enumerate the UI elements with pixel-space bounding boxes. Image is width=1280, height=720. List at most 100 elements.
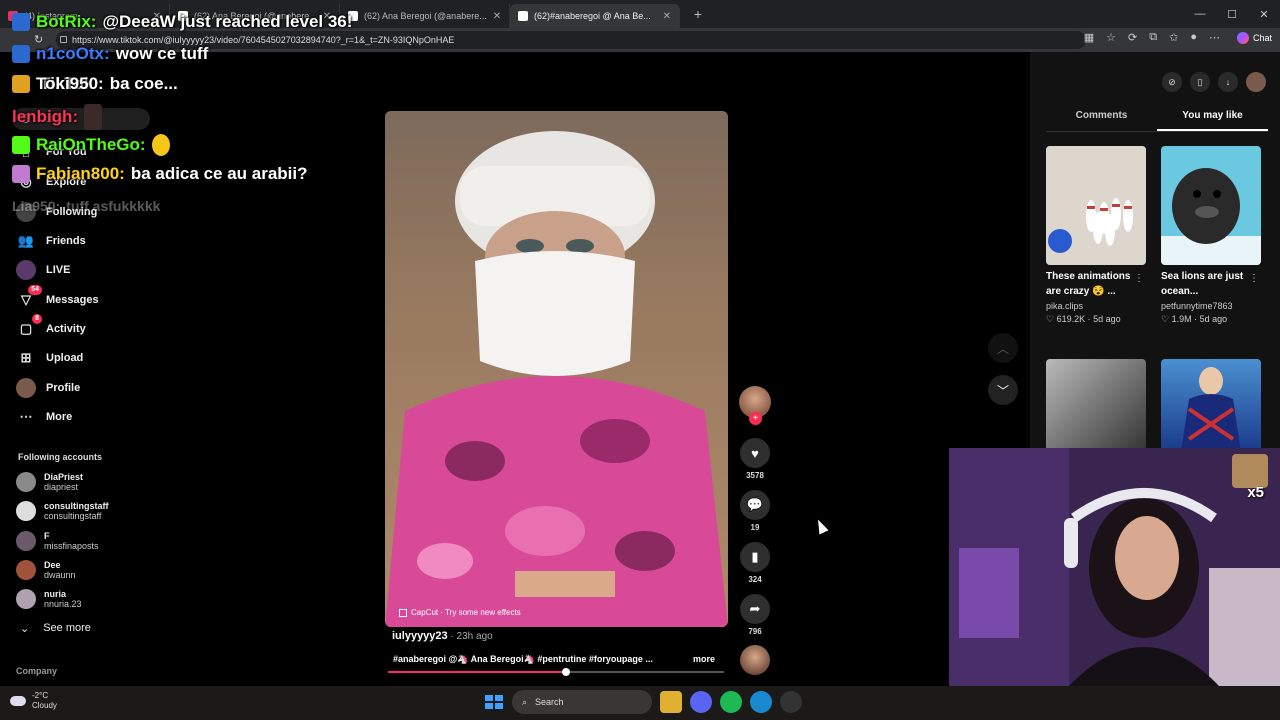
- messages-badge: 54: [28, 285, 42, 295]
- weather-widget[interactable]: -2°C Cloudy: [10, 691, 57, 711]
- url-input[interactable]: https://www.tiktok.com/@iulyyyyy23/video…: [56, 31, 1086, 49]
- video-player[interactable]: CapCut · Try some new effects: [385, 111, 728, 627]
- mouse-cursor: [813, 517, 829, 535]
- following-account[interactable]: consultingstaff consultingstaff: [16, 497, 156, 525]
- browser-tab[interactable]: (62) Ana Beregoi (@anabere... ✕: [340, 4, 510, 28]
- gift-icon: [12, 165, 30, 183]
- follow-plus-icon[interactable]: +: [749, 412, 762, 425]
- recommended-video-card[interactable]: These animations are crazy 😵 ... pika.cl…: [1046, 146, 1146, 325]
- crown-icon: [12, 75, 30, 93]
- video-thumbnail: [1161, 146, 1261, 265]
- spotify-icon[interactable]: [720, 691, 742, 713]
- sidebar-item-label: Activity: [46, 323, 86, 335]
- close-icon[interactable]: ✕: [663, 11, 671, 22]
- share-button[interactable]: ➦ 796: [738, 594, 772, 636]
- close-icon[interactable]: ✕: [493, 11, 501, 22]
- file-explorer-icon[interactable]: [660, 691, 682, 713]
- minimize-icon[interactable]: —: [1184, 0, 1216, 28]
- sidebar-item-profile[interactable]: Profile: [16, 376, 146, 400]
- card-age: 5d ago: [1093, 314, 1121, 324]
- progress-fill: [388, 671, 567, 673]
- video-progress-bar[interactable]: [388, 668, 724, 676]
- following-account[interactable]: DiaPriest diapriest: [16, 468, 156, 496]
- company-link[interactable]: Company: [16, 666, 57, 676]
- webcam-feed: [949, 448, 1280, 686]
- next-video-button[interactable]: ﹀: [988, 375, 1018, 405]
- upload-icon: ⊞: [20, 350, 32, 365]
- maximize-icon[interactable]: ☐: [1216, 0, 1248, 28]
- apps-icon[interactable]: ▦: [1084, 31, 1094, 44]
- comment-button[interactable]: 💬 19: [738, 490, 772, 532]
- tab-comments[interactable]: Comments: [1046, 110, 1157, 131]
- chat-text: ba coe...: [109, 74, 178, 93]
- save-count: 324: [748, 575, 762, 584]
- sidebar-item-friends[interactable]: 👥 Friends: [16, 229, 146, 253]
- recommended-video-card[interactable]: [1161, 359, 1261, 452]
- previous-video-button[interactable]: ︿: [988, 333, 1018, 363]
- chat-text: wow ce tuff: [115, 44, 209, 63]
- creator-avatar-button[interactable]: +: [738, 386, 772, 425]
- sidebar-item-label: Profile: [46, 382, 81, 394]
- share-count: 796: [748, 627, 762, 636]
- following-account[interactable]: Dee dwaunn: [16, 556, 156, 584]
- see-more-button[interactable]: ⌄ See more: [20, 622, 91, 635]
- close-window-icon[interactable]: ✕: [1248, 0, 1280, 28]
- see-more-label: See more: [43, 622, 91, 634]
- card-menu-icon[interactable]: ⋮: [1249, 273, 1259, 284]
- windows-taskbar: -2°C Cloudy ⌕ Search: [0, 686, 1280, 720]
- windows-start-icon[interactable]: [480, 690, 504, 714]
- menu-icon[interactable]: ⋯: [1209, 31, 1220, 44]
- extensions-icon[interactable]: ⧉: [1149, 31, 1157, 44]
- right-panel: ⊘ ▯ ↓ Comments You may like These animat…: [1030, 52, 1280, 452]
- recommended-video-card[interactable]: [1046, 359, 1146, 452]
- recommended-video-card[interactable]: Sea lions are just ocean... petfunnytime…: [1161, 146, 1261, 325]
- account-name: DiaPriest: [44, 472, 84, 482]
- following-account[interactable]: nuria nnuria.23: [16, 585, 156, 613]
- chat-text: @DeeaW just reached level 36!: [102, 12, 353, 31]
- chat-user: lenbigh:: [12, 107, 79, 126]
- obs-icon[interactable]: [780, 691, 802, 713]
- music-disc-avatar[interactable]: [740, 645, 770, 675]
- chevron-up-icon: ︿: [996, 341, 1009, 356]
- chat-user: Toki950:: [36, 74, 104, 93]
- more-link[interactable]: more: [693, 654, 715, 664]
- favorites-icon[interactable]: ✩: [1169, 31, 1178, 44]
- sidebar-item-messages[interactable]: ▽ 54 Messages: [16, 285, 146, 312]
- video-author[interactable]: iulyyyyy23 · 23h ago: [392, 630, 493, 642]
- chat-message: Fabian800: ba adica ce au arabii?: [12, 164, 308, 184]
- star-icon[interactable]: ☆: [1106, 31, 1116, 44]
- phone-icon[interactable]: ▯: [1190, 72, 1210, 92]
- temperature: -2°C: [32, 691, 49, 700]
- sidebar-item-more[interactable]: ⋯ More: [16, 405, 146, 429]
- browser-tab-active[interactable]: (62)#anaberegoi @ Ana Be... ✕: [510, 4, 680, 28]
- like-button[interactable]: ♥ 3578: [738, 438, 772, 480]
- refresh-icon[interactable]: ⟳: [1128, 31, 1137, 44]
- card-menu-icon[interactable]: ⋮: [1134, 273, 1144, 284]
- sidebar-item-live[interactable]: LIVE: [16, 258, 146, 282]
- download-icon[interactable]: ↓: [1218, 72, 1238, 92]
- following-account[interactable]: Fmissfinaposts: [16, 527, 156, 555]
- sidebar-item-activity[interactable]: ▢ 8 Activity: [16, 314, 146, 341]
- avatar: [16, 589, 36, 609]
- progress-knob[interactable]: [562, 668, 571, 676]
- sidebar-item-upload[interactable]: ⊞ Upload: [16, 346, 146, 370]
- compass-icon[interactable]: ⊘: [1162, 72, 1182, 92]
- chat-user: BotRix:: [36, 12, 97, 31]
- profile-icon[interactable]: ●: [1190, 31, 1197, 44]
- save-button[interactable]: ▮ 324: [738, 542, 772, 584]
- card-username: pika.clips: [1046, 301, 1084, 311]
- chat-message: Lia950: tuff asfukkkkk: [12, 198, 160, 214]
- capcut-label[interactable]: CapCut · Try some new effects: [399, 608, 521, 617]
- profile-icon: [16, 378, 36, 398]
- new-tab-button[interactable]: +: [686, 6, 710, 22]
- card-username: petfunnytime7863: [1161, 301, 1233, 311]
- edge-icon[interactable]: [750, 691, 772, 713]
- account-username: nnuria.23: [44, 599, 82, 609]
- copilot-chat-button[interactable]: Chat: [1236, 32, 1272, 44]
- discord-icon[interactable]: [690, 691, 712, 713]
- tab-you-may-like[interactable]: You may like: [1157, 110, 1268, 131]
- user-avatar[interactable]: [1246, 72, 1266, 92]
- streamer-webcam: x5: [949, 448, 1280, 686]
- card-age: 5d ago: [1199, 314, 1228, 324]
- taskbar-search[interactable]: ⌕ Search: [512, 690, 652, 714]
